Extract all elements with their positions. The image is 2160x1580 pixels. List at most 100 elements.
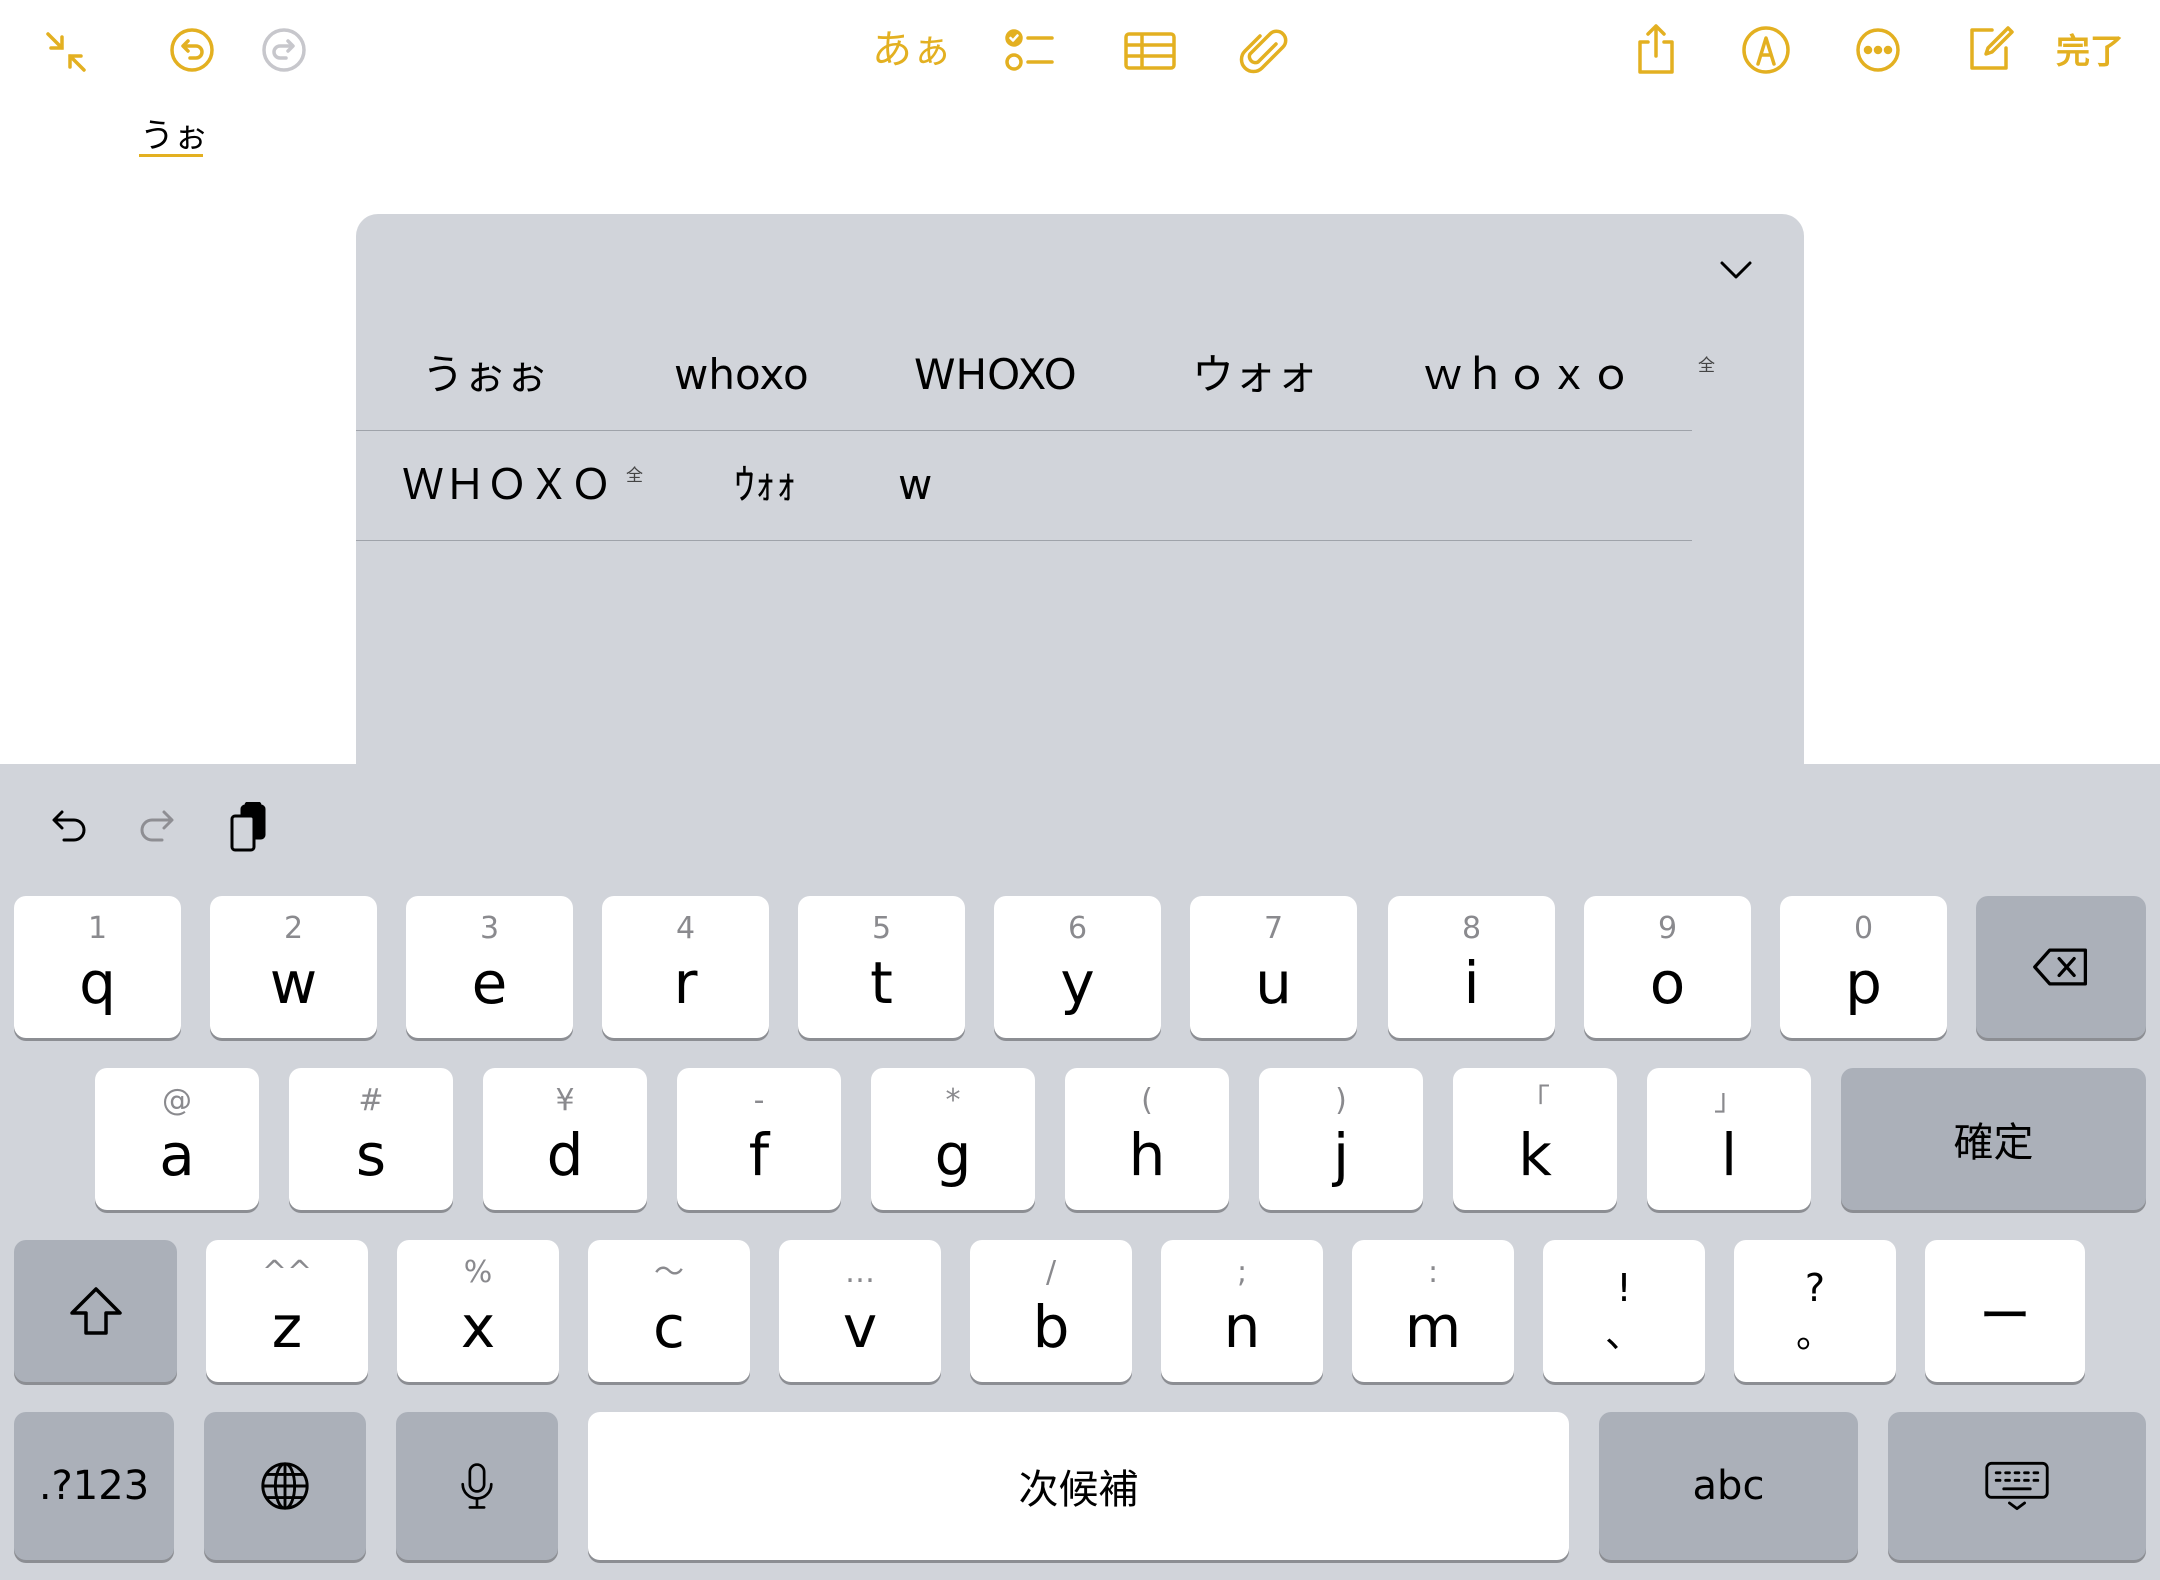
key-hint: @ xyxy=(162,1083,192,1118)
key-n[interactable]: ; n xyxy=(1161,1240,1323,1382)
key-hint: 3 xyxy=(479,911,500,946)
key-letter: l xyxy=(1720,1121,1738,1189)
key-l[interactable]: 」 l xyxy=(1647,1068,1811,1210)
candidate-item[interactable]: ｗｈｏｘｏ 全 xyxy=(1422,320,1715,430)
done-button[interactable]: 完了 xyxy=(2056,20,2124,84)
key-q[interactable]: 1q xyxy=(14,896,181,1038)
key-letter: c xyxy=(653,1293,685,1361)
key-letter: g xyxy=(934,1121,972,1189)
more-icon[interactable] xyxy=(1846,18,1910,82)
candidate-item[interactable]: w xyxy=(898,430,932,540)
table-icon[interactable] xyxy=(1118,20,1182,84)
candidate-item[interactable]: うぉぉ xyxy=(422,320,548,430)
composing-text[interactable]: うぉ xyxy=(140,112,208,160)
candidate-row: うぉぉ whoxo WHOXO ウォォ ｗｈｏｘｏ 全 xyxy=(356,320,1715,431)
format-button[interactable]: あぁ xyxy=(872,18,952,82)
key-letter: u xyxy=(1255,949,1292,1017)
key-hint: 8 xyxy=(1461,911,1482,946)
candidate-item[interactable]: WHOXO xyxy=(914,320,1077,430)
compose-icon[interactable] xyxy=(1958,18,2022,82)
key-hint: 」 xyxy=(1714,1083,1744,1118)
key-long-dash[interactable]: ー xyxy=(1925,1240,2085,1382)
key-letter: d xyxy=(546,1121,584,1189)
key-letter: z xyxy=(271,1293,303,1361)
candidate-item[interactable]: ｳｫｫ xyxy=(734,430,797,540)
space-key[interactable]: 次候補 xyxy=(588,1412,1569,1560)
key-p[interactable]: 0p xyxy=(1780,896,1947,1038)
key-hint: # xyxy=(358,1083,384,1118)
candidate-label: ｗｈｏｘｏ xyxy=(1422,350,1633,399)
candidate-item[interactable]: ウォォ xyxy=(1192,320,1318,430)
redo-icon[interactable] xyxy=(252,18,316,82)
key-v[interactable]: … v xyxy=(779,1240,941,1382)
key-letter: t xyxy=(870,949,893,1017)
key-y[interactable]: 6y xyxy=(994,896,1161,1038)
delete-key[interactable] xyxy=(1976,896,2146,1038)
key-hint: 0 xyxy=(1853,911,1874,946)
key-question-period[interactable]: ? 。 xyxy=(1734,1240,1896,1382)
candidate-label: ＷＨＯＸＯ xyxy=(402,460,613,509)
key-c[interactable]: 〜 c xyxy=(588,1240,750,1382)
paste-icon[interactable] xyxy=(212,792,284,864)
key-hint: 〜 xyxy=(654,1255,684,1290)
dictation-key[interactable] xyxy=(396,1412,558,1560)
key-hint: 「 xyxy=(1520,1083,1550,1118)
abc-key[interactable]: abc xyxy=(1599,1412,1858,1560)
key-r[interactable]: 4r xyxy=(602,896,769,1038)
numbers-key[interactable]: .?123 xyxy=(14,1412,174,1560)
keyboard-undo-icon[interactable] xyxy=(32,792,104,864)
candidate-item[interactable]: whoxo xyxy=(674,320,809,430)
chevron-down-icon[interactable] xyxy=(1708,242,1764,298)
candidate-item[interactable]: ＷＨＯＸＯ 全 xyxy=(402,430,643,540)
key-letter: h xyxy=(1128,1121,1166,1189)
checklist-icon[interactable] xyxy=(998,20,1062,84)
key-e[interactable]: 3e xyxy=(406,896,573,1038)
key-h[interactable]: (h xyxy=(1065,1068,1229,1210)
key-s[interactable]: # s xyxy=(289,1068,453,1210)
key-b[interactable]: / b xyxy=(970,1240,1132,1382)
key-z[interactable]: ^^ z xyxy=(206,1240,368,1382)
fullwidth-badge: 全 xyxy=(1698,356,1715,376)
key-letter: y xyxy=(1060,949,1095,1017)
key-stack: ! 、 xyxy=(1605,1265,1643,1357)
key-letter: w xyxy=(269,949,318,1017)
candidate-row: ＷＨＯＸＯ 全 ｳｫｫ w xyxy=(356,430,1692,541)
markup-icon[interactable] xyxy=(1734,18,1798,82)
key-letter: k xyxy=(1518,1121,1552,1189)
key-exclaim-comma[interactable]: ! 、 xyxy=(1543,1240,1705,1382)
key-x[interactable]: % x xyxy=(397,1240,559,1382)
undo-icon[interactable] xyxy=(160,18,224,82)
key-f[interactable]: -f xyxy=(677,1068,841,1210)
key-hint: * xyxy=(945,1083,961,1118)
key-d[interactable]: ¥ d xyxy=(483,1068,647,1210)
key-j[interactable]: ) j xyxy=(1259,1068,1423,1210)
key-m[interactable]: :m xyxy=(1352,1240,1514,1382)
fullwidth-badge: 全 xyxy=(626,466,643,486)
key-letter: b xyxy=(1032,1293,1070,1361)
space-label: 次候補 xyxy=(1018,1467,1139,1513)
key-t[interactable]: 5t xyxy=(798,896,965,1038)
key-letter: v xyxy=(842,1293,878,1361)
dismiss-keyboard-key[interactable] xyxy=(1888,1412,2146,1560)
keyboard-dismiss-icon xyxy=(1985,1461,2049,1511)
confirm-key[interactable]: 確定 xyxy=(1841,1068,2146,1210)
key-letter: e xyxy=(471,949,508,1017)
key-i[interactable]: 8i xyxy=(1388,896,1555,1038)
attachment-icon[interactable] xyxy=(1232,20,1296,84)
keyboard-redo-icon[interactable] xyxy=(122,792,194,864)
share-icon[interactable] xyxy=(1624,18,1688,82)
minimize-icon[interactable] xyxy=(34,20,98,84)
key-o[interactable]: 9o xyxy=(1584,896,1751,1038)
globe-key[interactable] xyxy=(204,1412,366,1560)
abc-label: abc xyxy=(1692,1463,1765,1509)
key-letter: f xyxy=(748,1121,770,1189)
key-k[interactable]: 「k xyxy=(1453,1068,1617,1210)
key-u[interactable]: 7u xyxy=(1190,896,1357,1038)
microphone-icon xyxy=(461,1463,493,1509)
shift-key[interactable] xyxy=(14,1240,177,1382)
key-g[interactable]: * g xyxy=(871,1068,1035,1210)
key-top-char: ? xyxy=(1804,1266,1826,1310)
key-top-char: ! xyxy=(1616,1266,1632,1310)
key-w[interactable]: 2w xyxy=(210,896,377,1038)
key-a[interactable]: @ a xyxy=(95,1068,259,1210)
